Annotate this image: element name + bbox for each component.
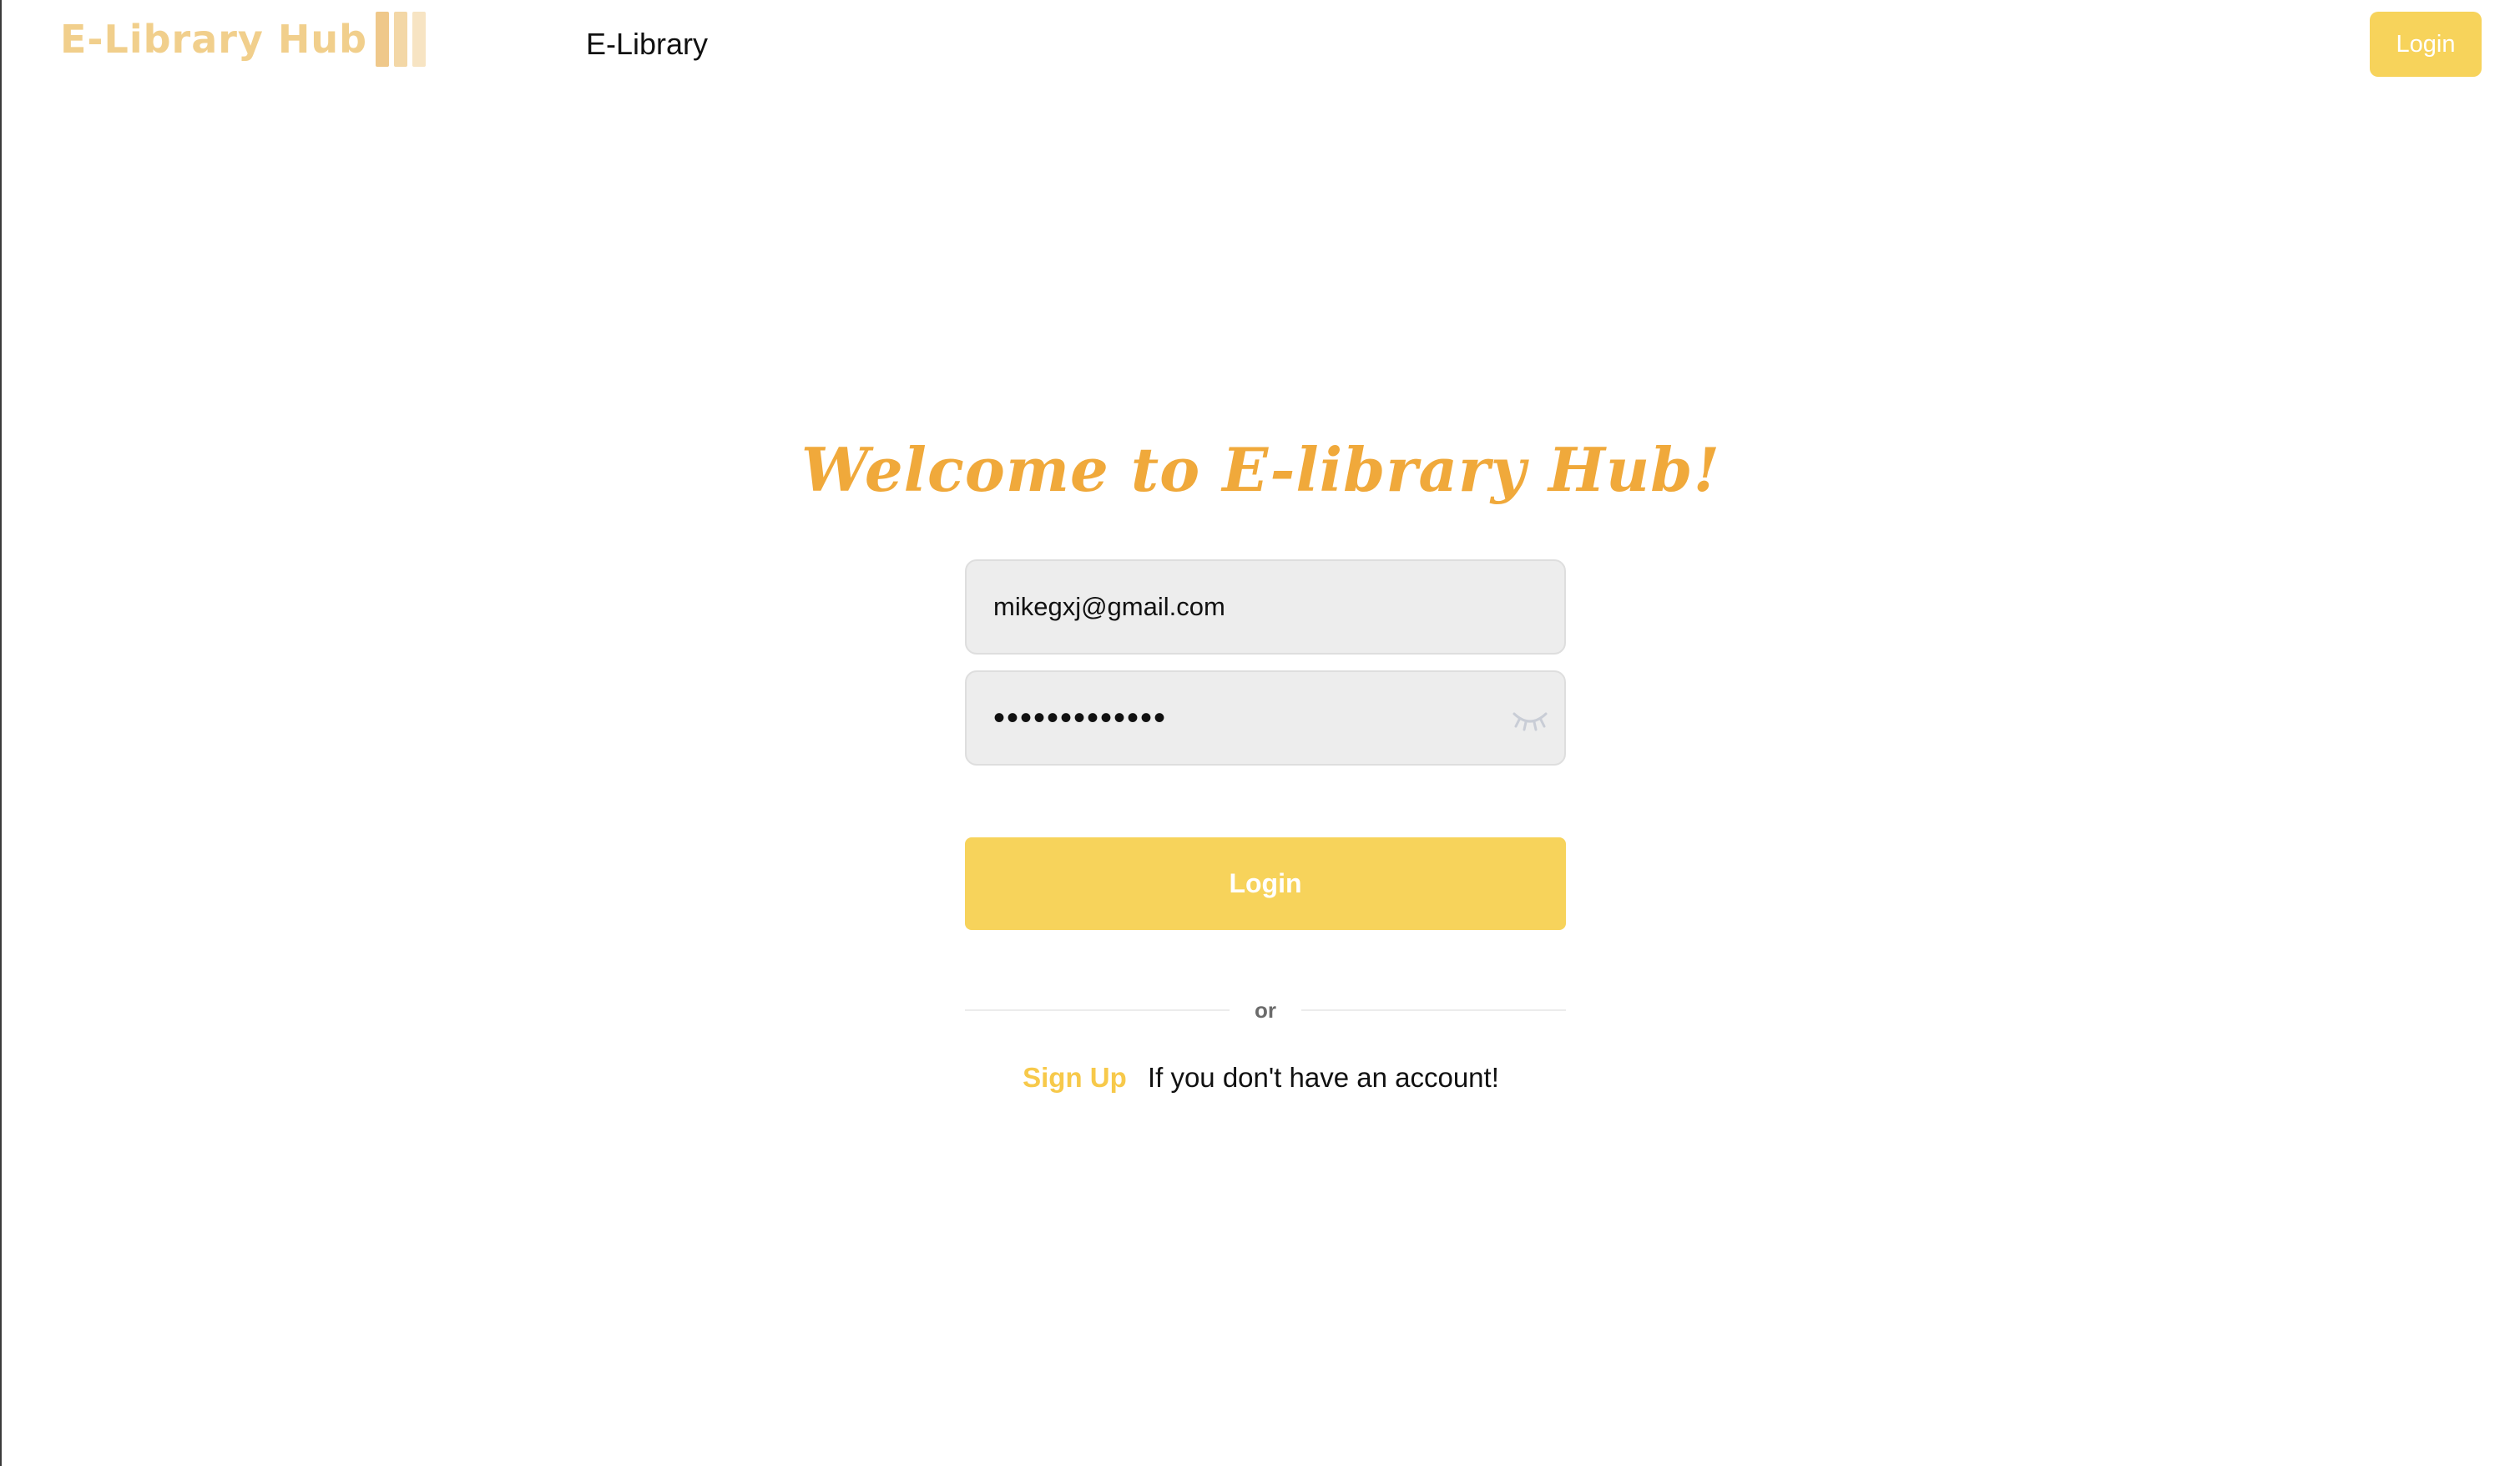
signup-text: If you don't have an account! — [1147, 1062, 1499, 1093]
email-field[interactable] — [965, 559, 1566, 655]
books-icon — [376, 12, 427, 67]
eye-closed-icon[interactable] — [1509, 704, 1551, 734]
login-button[interactable]: Login — [965, 837, 1566, 930]
signup-link[interactable]: Sign Up — [1023, 1062, 1127, 1093]
or-divider: or — [965, 993, 1566, 1027]
divider-line-right — [1301, 1009, 1566, 1011]
divider-line-left — [965, 1009, 1230, 1011]
password-field[interactable] — [965, 670, 1566, 766]
page: E-Library Hub E-Library Login Welcome to… — [0, 0, 2520, 1466]
page-title: Welcome to E-library Hub! — [800, 434, 1721, 505]
app-logo[interactable]: E-Library Hub — [60, 12, 427, 67]
header-login-button[interactable]: Login — [2370, 12, 2482, 77]
logo-text: E-Library Hub — [60, 17, 368, 62]
email-input[interactable] — [967, 561, 1564, 653]
signup-prompt: Sign Up If you don't have an account! — [2, 1062, 2520, 1094]
password-input[interactable] — [967, 672, 1564, 764]
nav-link-e-library[interactable]: E-Library — [586, 27, 708, 62]
divider-text: or — [1255, 997, 1276, 1023]
